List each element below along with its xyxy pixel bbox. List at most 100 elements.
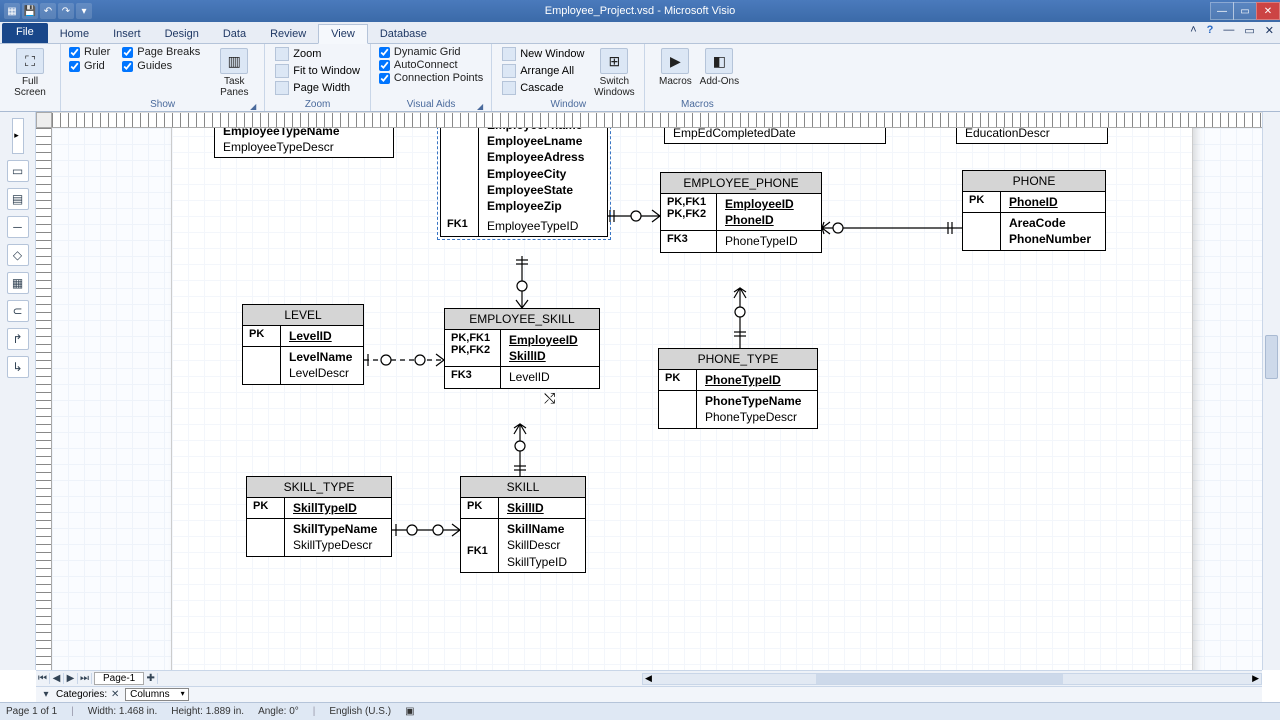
ruler-corner bbox=[36, 112, 52, 128]
page-tab-1[interactable]: Page-1 bbox=[94, 672, 144, 685]
va-launcher-icon[interactable]: ◢ bbox=[477, 102, 483, 111]
visio-icon: ▦ bbox=[4, 3, 20, 19]
visualaids-group-label: Visual Aids◢ bbox=[379, 98, 483, 111]
entity-skill[interactable]: SKILL PKSkillID FK1SkillNameSkillDescrSk… bbox=[460, 476, 586, 573]
fullscreen-button[interactable]: ⛶Full Screen bbox=[8, 46, 52, 98]
autoconnect-checkbox[interactable]: AutoConnect bbox=[379, 59, 483, 71]
maximize-button[interactable]: ▭ bbox=[1233, 2, 1257, 20]
show-launcher-icon[interactable]: ◢ bbox=[250, 102, 256, 111]
qat-dropdown-icon[interactable]: ▾ bbox=[76, 3, 92, 19]
newwindow-button[interactable]: New Window bbox=[500, 46, 586, 62]
show-group-label: Show◢ bbox=[69, 98, 256, 111]
title-bar: ▦ 💾 ↶ ↷ ▾ Employee_Project.vsd - Microso… bbox=[0, 0, 1280, 22]
shapes-expand-icon[interactable]: ▸ bbox=[12, 118, 24, 154]
save-icon[interactable]: 💾 bbox=[22, 3, 38, 19]
entity-employee[interactable]: EmployeeFname EmployeeLname EmployeeAdre… bbox=[440, 128, 608, 237]
page-tab-bar: ⏮ ◀ ▶ ⏭ Page-1 ✚ ◀ ▶ bbox=[36, 670, 1262, 686]
status-lang[interactable]: English (U.S.) bbox=[329, 706, 391, 717]
status-width: Width: 1.468 in. bbox=[88, 706, 157, 717]
group-show: Ruler Grid Page Breaks Guides ▥Task Pane… bbox=[61, 44, 265, 111]
entity-tool-icon[interactable]: ▤ bbox=[7, 188, 29, 210]
canvas-wrapper: EmployeeTypeNameEmployeeTypeDescr Employ… bbox=[52, 128, 1262, 670]
page-width-button[interactable]: Page Width bbox=[273, 80, 362, 96]
doc-restore-icon[interactable]: ▭ bbox=[1244, 24, 1254, 37]
tab-database[interactable]: Database bbox=[368, 25, 439, 43]
pagebreaks-checkbox[interactable]: Page Breaks bbox=[122, 46, 200, 58]
parent-tool-icon[interactable]: ↱ bbox=[7, 328, 29, 350]
hscroll-left-icon[interactable]: ◀ bbox=[645, 673, 652, 684]
page-next-icon[interactable]: ▶ bbox=[64, 673, 78, 684]
entity-employee-skill[interactable]: EMPLOYEE_SKILL PK,FK1PK,FK2EmployeeIDSki… bbox=[444, 308, 600, 389]
fit-window-button[interactable]: Fit to Window bbox=[273, 63, 362, 79]
macros-button[interactable]: ▶Macros bbox=[653, 46, 697, 98]
ruler-checkbox[interactable]: Ruler bbox=[69, 46, 110, 58]
tab-insert[interactable]: Insert bbox=[101, 25, 153, 43]
tab-data[interactable]: Data bbox=[211, 25, 258, 43]
arrangeall-button[interactable]: Arrange All bbox=[500, 63, 586, 79]
category-tool-icon[interactable]: ⊂ bbox=[7, 300, 29, 322]
horizontal-scrollbar[interactable]: ◀ ▶ bbox=[642, 673, 1262, 685]
hscroll-thumb[interactable] bbox=[816, 674, 1063, 684]
undo-icon[interactable]: ↶ bbox=[40, 3, 56, 19]
macro-record-icon[interactable]: ▣ bbox=[405, 706, 414, 717]
doc-close-icon[interactable]: ✕ bbox=[1265, 24, 1274, 37]
help-icon[interactable]: ? bbox=[1207, 24, 1214, 37]
switchwindows-button[interactable]: ⊞Switch Windows bbox=[592, 46, 636, 98]
hscroll-right-icon[interactable]: ▶ bbox=[1252, 673, 1259, 684]
group-fullscreen: ⛶Full Screen bbox=[0, 44, 61, 111]
taskpanes-button[interactable]: ▥Task Panes bbox=[212, 46, 256, 98]
vertical-scrollbar[interactable] bbox=[1262, 112, 1280, 670]
categories-label: Categories: bbox=[56, 689, 107, 700]
entity-education[interactable]: EducationDescr bbox=[956, 128, 1108, 144]
scrollbar-thumb[interactable] bbox=[1265, 335, 1278, 379]
guides-checkbox[interactable]: Guides bbox=[122, 60, 200, 72]
doc-min-icon[interactable]: — bbox=[1223, 24, 1234, 37]
pointer-tool-icon[interactable]: ▭ bbox=[7, 160, 29, 182]
entity-emped[interactable]: EmpEdCompletedDate bbox=[664, 128, 886, 144]
page-last-icon[interactable]: ⏭ bbox=[78, 673, 92, 684]
zoom-group-label: Zoom bbox=[273, 98, 362, 111]
status-page: Page 1 of 1 bbox=[6, 706, 57, 717]
categories-strip: ▾ Categories: ✕ Columns bbox=[36, 686, 1262, 702]
entity-employee-phone[interactable]: EMPLOYEE_PHONE PK,FK1PK,FK2EmployeeIDPho… bbox=[660, 172, 822, 253]
redo-icon[interactable]: ↷ bbox=[58, 3, 74, 19]
status-bar: Page 1 of 1| Width: 1.468 in. Height: 1.… bbox=[0, 702, 1280, 720]
view-tool-icon[interactable]: ▦ bbox=[7, 272, 29, 294]
tab-home[interactable]: Home bbox=[48, 25, 101, 43]
connector-tool-icon[interactable]: ─ bbox=[7, 216, 29, 238]
entity-phone-type[interactable]: PHONE_TYPE PKPhoneTypeID PhoneTypeNamePh… bbox=[658, 348, 818, 429]
page-prev-icon[interactable]: ◀ bbox=[50, 673, 64, 684]
columns-dropdown[interactable]: Columns bbox=[125, 688, 188, 701]
ribbon: ⛶Full Screen Ruler Grid Page Breaks Guid… bbox=[0, 44, 1280, 112]
group-macros: ▶Macros ◧Add-Ons Macros bbox=[645, 44, 749, 111]
entity-level[interactable]: LEVEL PKLevelID LevelNameLevelDescr bbox=[242, 304, 364, 385]
tab-review[interactable]: Review bbox=[258, 25, 318, 43]
addons-button[interactable]: ◧Add-Ons bbox=[697, 46, 741, 98]
zoom-button[interactable]: Zoom bbox=[273, 46, 362, 62]
entity-employeetype[interactable]: EmployeeTypeNameEmployeeTypeDescr bbox=[214, 128, 394, 158]
drawing-canvas[interactable]: EmployeeTypeNameEmployeeTypeDescr Employ… bbox=[52, 128, 1262, 670]
shapes-toolstrip: ▸ ▭ ▤ ─ ◇ ▦ ⊂ ↱ ↳ bbox=[0, 112, 36, 670]
key bbox=[441, 128, 479, 216]
cat-x-icon[interactable]: ✕ bbox=[109, 689, 121, 700]
window-group-label: Window bbox=[500, 98, 636, 111]
entity-phone[interactable]: PHONE PKPhoneID AreaCodePhoneNumber bbox=[962, 170, 1106, 251]
tab-design[interactable]: Design bbox=[153, 25, 211, 43]
file-tab[interactable]: File bbox=[2, 23, 48, 43]
new-page-icon[interactable]: ✚ bbox=[144, 673, 158, 684]
cascade-button[interactable]: Cascade bbox=[500, 80, 586, 96]
group-visualaids: Dynamic Grid AutoConnect Connection Poin… bbox=[371, 44, 492, 111]
minimize-ribbon-icon[interactable]: ˄ bbox=[1190, 24, 1196, 37]
connpoints-checkbox[interactable]: Connection Points bbox=[379, 72, 483, 84]
grid-checkbox[interactable]: Grid bbox=[69, 60, 110, 72]
ribbon-tabs: File Home Insert Design Data Review View… bbox=[0, 22, 1280, 44]
attr-tool-icon[interactable]: ↳ bbox=[7, 356, 29, 378]
tab-view[interactable]: View bbox=[318, 24, 368, 44]
close-button[interactable]: ✕ bbox=[1256, 2, 1280, 20]
dynamicgrid-checkbox[interactable]: Dynamic Grid bbox=[379, 46, 483, 58]
page-first-icon[interactable]: ⏮ bbox=[36, 673, 50, 684]
cat-close-icon[interactable]: ▾ bbox=[40, 689, 52, 700]
minimize-button[interactable]: — bbox=[1210, 2, 1234, 20]
entity-skill-type[interactable]: SKILL_TYPE PKSkillTypeID SkillTypeNameSk… bbox=[246, 476, 392, 557]
relationship-tool-icon[interactable]: ◇ bbox=[7, 244, 29, 266]
